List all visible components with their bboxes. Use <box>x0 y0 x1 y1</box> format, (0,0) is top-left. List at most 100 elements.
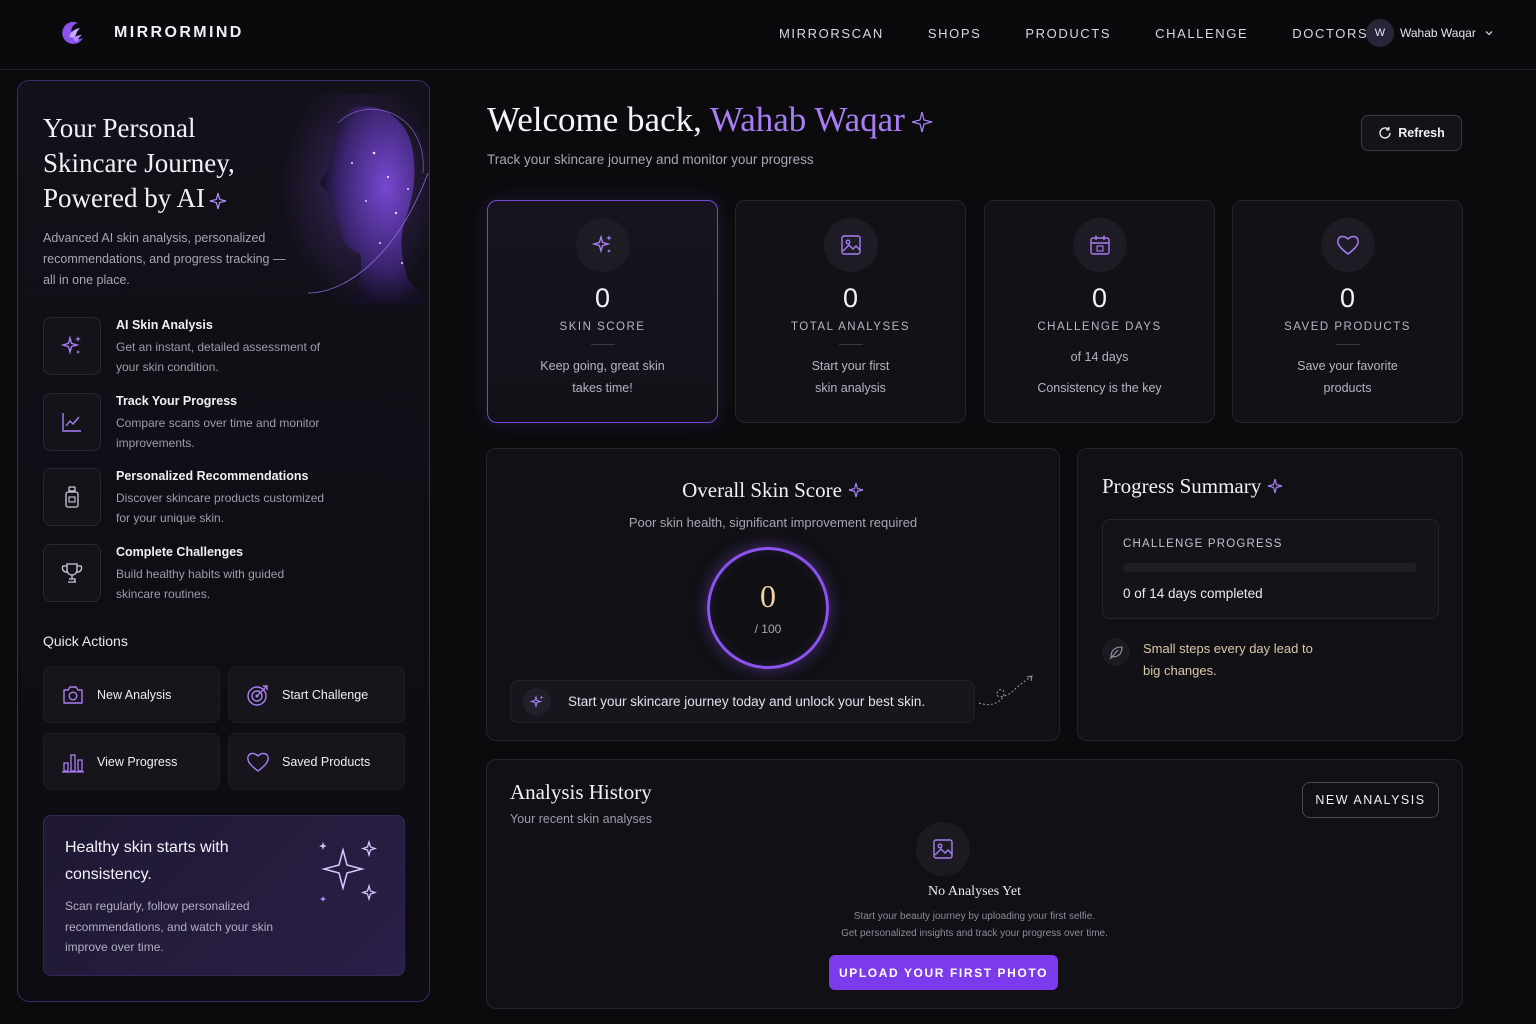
nav-link-products[interactable]: PRODUCTS <box>1025 26 1111 41</box>
welcome-prefix: Welcome back, <box>487 100 702 139</box>
sidebar-title-text: Your Personal Skincare Journey, Powered … <box>43 113 235 213</box>
divider <box>590 344 615 345</box>
nav-link-mirrorscan[interactable]: MIRRORSCAN <box>779 26 884 41</box>
feature-track-progress: Track Your Progress Compare scans over t… <box>43 393 403 453</box>
target-icon <box>247 684 268 706</box>
progress-summary-card: Progress Summary CHALLENGE PROGRESS 0 of… <box>1077 448 1463 741</box>
journey-text: Start your skincare journey today and un… <box>568 694 926 709</box>
challenge-progress-label: CHALLENGE PROGRESS <box>1123 538 1283 550</box>
bar-chart-icon <box>62 753 84 773</box>
quick-action-label: New Analysis <box>97 687 172 702</box>
stat-value: 0 <box>1339 283 1356 313</box>
trophy-icon <box>43 544 101 602</box>
quick-action-view-progress[interactable]: View Progress <box>43 733 220 790</box>
nav-link-doctors[interactable]: DOCTORS <box>1292 26 1368 41</box>
feature-title: Complete Challenges <box>116 545 244 559</box>
quick-action-new-analysis[interactable]: New Analysis <box>43 666 220 723</box>
stat-desc: Consistency is the key <box>1037 381 1162 395</box>
feature-desc: Get an instant, detailed assessment of y… <box>116 340 321 374</box>
nav-link-challenge[interactable]: CHALLENGE <box>1155 26 1248 41</box>
mirrormind-logo-icon[interactable] <box>56 16 90 50</box>
sparkle-icon <box>209 192 227 210</box>
sparkle-icon <box>848 482 864 498</box>
sidebar-panel: Your Personal Skincare Journey, Powered … <box>17 80 430 1002</box>
welcome-heading: Welcome back, Wahab Waqar <box>487 100 933 140</box>
nav-link-shops[interactable]: SHOPS <box>928 26 982 41</box>
upload-first-photo-button[interactable]: UPLOAD YOUR FIRST PHOTO <box>829 955 1058 990</box>
quick-action-label: Start Challenge <box>282 687 369 702</box>
stat-card-challenge-days[interactable]: 0 CHALLENGE DAYS of 14 days Consistency … <box>984 200 1215 423</box>
top-navbar: MIRRORMIND MIRRORSCAN SHOPS PRODUCTS CHA… <box>0 0 1536 70</box>
curly-arrow-icon <box>978 675 1033 706</box>
stat-card-total-analyses[interactable]: 0 TOTAL ANALYSES Start your first skin a… <box>735 200 966 423</box>
divider <box>838 344 863 345</box>
feature-recommendations: Personalized Recommendations Discover sk… <box>43 468 403 528</box>
sidebar-hero-title: Your Personal Skincare Journey, Powered … <box>43 111 283 216</box>
user-menu[interactable]: W Wahab Waqar <box>1366 19 1494 47</box>
sparkle-icon <box>1267 478 1283 494</box>
quick-action-label: Saved Products <box>282 754 371 769</box>
analysis-history-title: Analysis History <box>510 780 652 804</box>
refresh-button[interactable]: Refresh <box>1361 115 1462 151</box>
stat-value: 0 <box>842 283 859 313</box>
stat-card-saved-products[interactable]: 0 SAVED PRODUCTS Save your favorite prod… <box>1232 200 1463 423</box>
stat-desc: Save your favorite <box>1297 359 1398 373</box>
feature-challenges: Complete Challenges Build healthy habits… <box>43 544 403 604</box>
score-ring: 0 / 100 <box>707 547 829 669</box>
analysis-history-card: Analysis History Your recent skin analys… <box>486 759 1463 1009</box>
stat-label: SAVED PRODUCTS <box>1284 321 1411 333</box>
sparkle-icon <box>911 111 933 133</box>
feature-title: Track Your Progress <box>116 394 238 408</box>
motivation-text: Small steps every day lead to big change… <box>1143 641 1313 678</box>
empty-state-title: No Analyses Yet <box>928 884 1021 899</box>
refresh-label: Refresh <box>1398 126 1445 140</box>
quick-action-start-challenge[interactable]: Start Challenge <box>228 666 405 723</box>
overall-score-title-text: Overall Skin Score <box>682 478 842 502</box>
score-out-of: / 100 <box>754 622 782 636</box>
tip-description: Scan regularly, follow personalized reco… <box>65 899 274 954</box>
sparkles-icon <box>575 218 630 272</box>
nav-links: MIRRORSCAN SHOPS PRODUCTS CHALLENGE DOCT… <box>779 26 1368 41</box>
feature-desc: Compare scans over time and monitor impr… <box>116 416 320 450</box>
stat-desc: Start your first <box>811 359 890 373</box>
stat-desc: skin analysis <box>815 381 886 395</box>
journey-banner: Start your skincare journey today and un… <box>510 680 975 723</box>
feature-title: Personalized Recommendations <box>116 469 309 483</box>
refresh-icon <box>1379 127 1391 139</box>
divider <box>1335 344 1360 345</box>
challenge-progress-bar <box>1123 563 1417 572</box>
quick-actions-title: Quick Actions <box>43 633 128 649</box>
heart-icon <box>247 752 269 772</box>
sparkles-icon <box>523 687 551 716</box>
stat-label: CHALLENGE DAYS <box>1037 321 1162 333</box>
stat-value: 0 <box>594 283 611 313</box>
tip-title: Healthy skin starts with consistency. <box>65 839 229 883</box>
avatar: W <box>1366 19 1394 47</box>
leaf-icon <box>1102 638 1130 666</box>
feature-desc: Discover skincare products customized fo… <box>116 491 325 525</box>
stat-card-skin-score[interactable]: 0 SKIN SCORE Keep going, great skin take… <box>487 200 718 423</box>
stat-label: TOTAL ANALYSES <box>790 321 910 333</box>
overall-score-subtitle: Poor skin health, significant improvemen… <box>628 515 918 530</box>
stat-desc: Keep going, great skin <box>540 359 665 373</box>
overall-score-title: Overall Skin Score <box>487 478 1059 503</box>
welcome-user-name: Wahab Waqar <box>709 100 905 139</box>
camera-icon <box>63 685 83 704</box>
empty-state-line: Start your beauty journey by uploading y… <box>853 911 1096 922</box>
overall-skin-score-card: Overall Skin Score Poor skin health, sig… <box>486 448 1060 741</box>
new-analysis-button[interactable]: NEW ANALYSIS <box>1302 782 1439 818</box>
stat-desc: takes time! <box>572 381 633 395</box>
motivation-note: Small steps every day lead to big change… <box>1102 638 1333 682</box>
challenge-progress-box: CHALLENGE PROGRESS 0 of 14 days complete… <box>1102 519 1439 619</box>
chevron-down-icon <box>1485 31 1493 36</box>
bottle-icon <box>43 468 101 526</box>
chart-line-icon <box>43 393 101 451</box>
page-subtitle: Track your skincare journey and monitor … <box>487 152 814 167</box>
empty-state-description: Start your beauty journey by uploading y… <box>487 908 1462 942</box>
user-name: Wahab Waqar <box>1400 26 1476 40</box>
stat-value: 0 <box>1091 283 1108 313</box>
stat-desc: of 14 days <box>1070 350 1129 364</box>
heart-icon <box>1320 218 1375 272</box>
brand-name[interactable]: MIRRORMIND <box>114 24 244 42</box>
quick-action-saved-products[interactable]: Saved Products <box>228 733 405 790</box>
